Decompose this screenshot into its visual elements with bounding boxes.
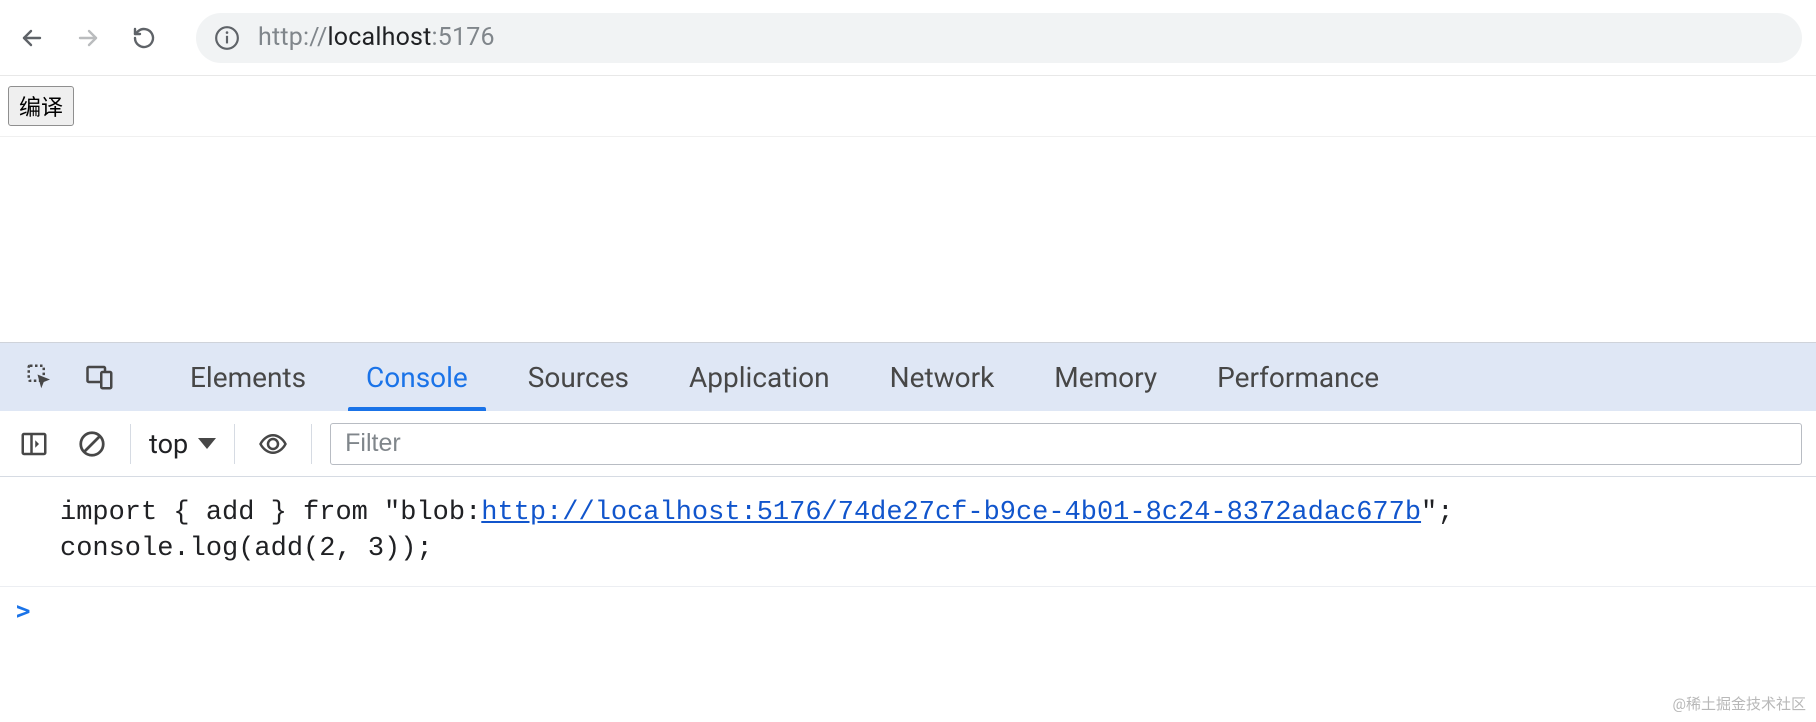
browser-toolbar: http://localhost:5176 [0,0,1816,76]
url-port: :5176 [432,23,495,52]
back-button[interactable] [14,20,50,56]
tab-network[interactable]: Network [860,343,1025,411]
toggle-sidebar-icon[interactable] [14,424,54,464]
separator [311,424,312,464]
tab-performance[interactable]: Performance [1187,343,1409,411]
execution-context-picker[interactable]: top [149,428,216,460]
devtools-panel: Elements Console Sources Application Net… [0,342,1816,625]
compile-button[interactable]: 编译 [8,86,74,126]
watermark: @稀土掘金技术社区 [1673,693,1806,714]
url-text: http://localhost:5176 [258,23,495,52]
tab-sources[interactable]: Sources [498,343,659,411]
clear-console-icon[interactable] [72,424,112,464]
url-host: localhost [328,23,432,52]
tab-elements[interactable]: Elements [160,343,336,411]
device-toolbar-icon[interactable] [70,343,130,411]
url-protocol: http:// [258,23,328,52]
log-text: import { add } from "blob: [60,498,481,528]
console-log-line-2: console.log(add(2, 3)); [60,531,1806,567]
page-whitespace [0,137,1816,342]
context-label: top [149,428,188,460]
reload-button[interactable] [126,20,162,56]
log-text: "; [1421,498,1453,528]
console-prompt[interactable]: > [0,587,1816,625]
prompt-caret-icon: > [16,597,30,625]
live-expression-icon[interactable] [253,424,293,464]
forward-button[interactable] [70,20,106,56]
inspect-element-icon[interactable] [10,343,70,411]
separator [130,424,131,464]
console-toolbar: top [0,411,1816,477]
tab-console[interactable]: Console [336,343,498,411]
page-content: 编译 [0,76,1816,137]
chevron-down-icon [198,438,216,449]
blob-url-link[interactable]: http://localhost:5176/74de27cf-b9ce-4b01… [481,498,1421,528]
address-bar[interactable]: http://localhost:5176 [196,13,1802,63]
separator [234,424,235,464]
devtools-tab-bar: Elements Console Sources Application Net… [0,343,1816,411]
site-info-icon[interactable] [214,25,240,51]
tab-application[interactable]: Application [659,343,860,411]
filter-input[interactable] [330,423,1802,465]
console-output: import { add } from "blob:http://localho… [0,477,1816,587]
console-log-line-1: import { add } from "blob:http://localho… [60,495,1806,531]
tab-memory[interactable]: Memory [1024,343,1187,411]
